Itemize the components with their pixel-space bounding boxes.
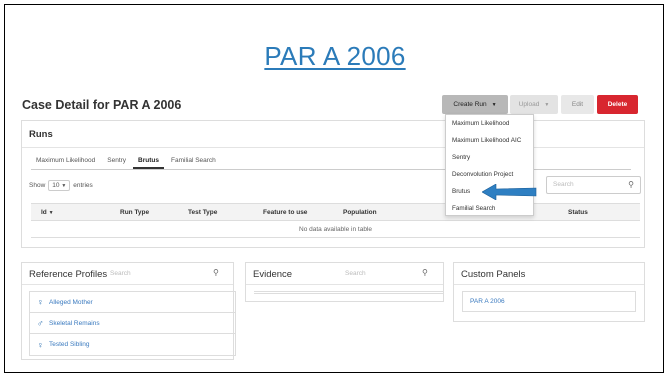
- tab-familial-search[interactable]: Familial Search: [166, 154, 221, 169]
- reference-profiles-list: ♀ Alleged Mother ♂ Skeletal Remains ♀ Te…: [29, 291, 236, 356]
- menu-item-familial-search[interactable]: Familial Search: [446, 200, 533, 217]
- evidence-list: [254, 291, 444, 294]
- entries-select[interactable]: 10 ▼: [48, 180, 71, 191]
- caret-down-icon: ▼: [544, 101, 550, 108]
- runs-search-placeholder: Search: [553, 181, 574, 188]
- profile-label: Alleged Mother: [49, 298, 93, 306]
- list-item[interactable]: ♂ Skeletal Remains: [30, 313, 235, 334]
- sort-icon: ▼: [48, 210, 54, 216]
- runs-table-header: Id ▼ Run Type Test Type Feature to use P…: [31, 203, 640, 221]
- tab-maximum-likelihood[interactable]: Maximum Likelihood: [31, 154, 100, 169]
- column-header-status[interactable]: Status: [568, 209, 588, 216]
- search-icon: ⚲: [628, 180, 634, 189]
- annotation-arrow-icon: [482, 184, 537, 200]
- slide-frame: PAR A 2006 Case Detail for PAR A 2006 Cr…: [4, 4, 664, 373]
- runs-title: Runs: [22, 121, 644, 148]
- edit-button[interactable]: Edit: [561, 95, 594, 114]
- tab-brutus[interactable]: Brutus: [133, 154, 164, 169]
- empty-table-message: No data available in table: [31, 221, 640, 238]
- profile-label: Skeletal Remains: [49, 319, 100, 327]
- list-item[interactable]: ♀ Tested Sibling: [30, 334, 235, 355]
- runs-search-input[interactable]: Search ⚲: [546, 176, 641, 194]
- column-header-test-type[interactable]: Test Type: [188, 209, 217, 216]
- delete-button[interactable]: Delete: [597, 95, 638, 114]
- caret-down-icon: ▼: [491, 101, 497, 108]
- entries-control: Show 10 ▼ entries: [29, 180, 93, 191]
- column-id-label: Id: [41, 209, 47, 216]
- custom-panels-header: Custom Panels: [454, 263, 644, 285]
- column-header-feature[interactable]: Feature to use: [263, 209, 307, 216]
- upload-label: Upload: [518, 101, 540, 108]
- entries-label: entries: [73, 182, 93, 189]
- column-header-id[interactable]: Id ▼: [41, 209, 54, 216]
- runs-panel: Runs Maximum Likelihood Sentry Brutus Fa…: [21, 120, 645, 248]
- list-item[interactable]: ♀ Alleged Mother: [30, 292, 235, 313]
- custom-panels-panel: Custom Panels PAR A 2006: [453, 262, 645, 322]
- create-run-button[interactable]: Create Run ▼: [442, 95, 508, 114]
- reference-profiles-search-input[interactable]: Search: [110, 270, 131, 277]
- show-label: Show: [29, 182, 46, 189]
- female-icon: ♀: [37, 339, 44, 350]
- reference-profiles-header: Reference Profiles Search ⚲: [22, 263, 233, 285]
- create-run-menu: Maximum Likelihood Maximum Likelihood AI…: [445, 114, 534, 216]
- caret-down-icon: ▼: [61, 183, 67, 189]
- custom-panels-title: Custom Panels: [461, 269, 526, 280]
- female-icon: ♀: [37, 297, 44, 307]
- custom-panel-item[interactable]: PAR A 2006: [462, 291, 636, 312]
- slide-title: PAR A 2006: [264, 41, 406, 71]
- evidence-title: Evidence: [253, 269, 293, 280]
- menu-item-maximum-likelihood[interactable]: Maximum Likelihood: [446, 115, 533, 132]
- search-icon: ⚲: [213, 268, 219, 277]
- column-header-run-type[interactable]: Run Type: [120, 209, 149, 216]
- page-title: Case Detail for PAR A 2006: [22, 98, 182, 112]
- search-icon: ⚲: [422, 268, 428, 277]
- entries-value: 10: [52, 182, 60, 189]
- runs-tabs: Maximum Likelihood Sentry Brutus Familia…: [31, 154, 631, 170]
- evidence-search-input[interactable]: Search: [345, 270, 366, 277]
- evidence-header: Evidence Search ⚲: [246, 263, 443, 285]
- menu-item-maximum-likelihood-aic[interactable]: Maximum Likelihood AIC: [446, 132, 533, 149]
- create-run-label: Create Run: [453, 101, 487, 108]
- profile-label: Tested Sibling: [49, 341, 90, 348]
- evidence-panel: Evidence Search ⚲: [245, 262, 444, 302]
- menu-item-deconvolution-project[interactable]: Deconvolution Project: [446, 166, 533, 183]
- upload-button[interactable]: Upload ▼: [510, 95, 558, 114]
- column-header-population[interactable]: Population: [343, 209, 377, 216]
- reference-profiles-panel: Reference Profiles Search ⚲ ♀ Alleged Mo…: [21, 262, 236, 360]
- menu-item-sentry[interactable]: Sentry: [446, 149, 533, 166]
- male-icon: ♂: [37, 318, 44, 328]
- reference-profiles-title: Reference Profiles: [29, 269, 108, 280]
- tab-sentry[interactable]: Sentry: [102, 154, 131, 169]
